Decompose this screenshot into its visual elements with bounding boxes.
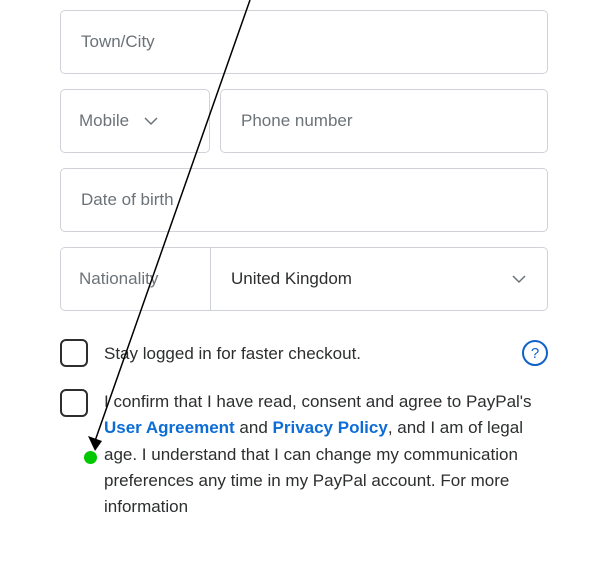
nationality-label: Nationality — [79, 269, 158, 289]
help-icon[interactable]: ? — [522, 340, 548, 366]
nationality-value: United Kingdom — [231, 269, 352, 289]
stay-logged-label: Stay logged in for faster checkout. — [104, 339, 506, 367]
consent-row: I confirm that I have read, consent and … — [60, 389, 548, 521]
user-agreement-link[interactable]: User Agreement — [104, 418, 235, 437]
consent-mid: and — [235, 418, 273, 437]
nationality-select[interactable]: United Kingdom — [210, 247, 548, 311]
consent-text: I confirm that I have read, consent and … — [104, 389, 548, 521]
dob-placeholder: Date of birth — [81, 190, 174, 210]
town-city-field[interactable]: Town/City — [60, 10, 548, 74]
consent-part1: I confirm that I have read, consent and … — [104, 392, 532, 411]
phone-type-label: Mobile — [79, 111, 129, 131]
phone-number-placeholder: Phone number — [241, 111, 353, 131]
chevron-down-icon — [511, 271, 527, 287]
town-city-placeholder: Town/City — [81, 32, 155, 52]
nationality-label-box: Nationality — [60, 247, 210, 311]
nationality-row: Nationality United Kingdom — [60, 247, 548, 311]
phone-type-select[interactable]: Mobile — [60, 89, 210, 153]
dob-field[interactable]: Date of birth — [60, 168, 548, 232]
chevron-down-icon — [143, 113, 159, 129]
stay-logged-row: Stay logged in for faster checkout. ? — [60, 339, 548, 367]
phone-row: Mobile Phone number — [60, 89, 548, 153]
consent-checkbox[interactable] — [60, 389, 88, 417]
privacy-policy-link[interactable]: Privacy Policy — [273, 418, 388, 437]
phone-number-field[interactable]: Phone number — [220, 89, 548, 153]
stay-logged-checkbox[interactable] — [60, 339, 88, 367]
